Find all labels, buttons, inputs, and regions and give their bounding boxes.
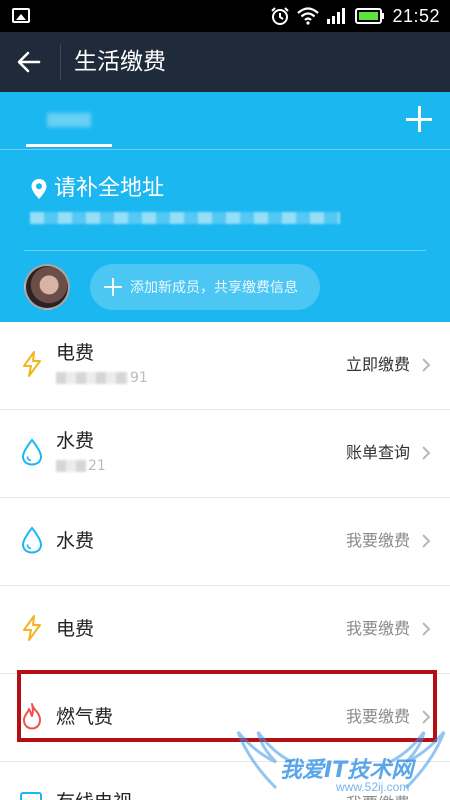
list-item-electricity-account[interactable]: 电费 91 立即缴费	[0, 322, 450, 410]
add-member-button[interactable]: 添加新成员，共享缴费信息	[90, 264, 320, 310]
wifi-icon	[297, 7, 320, 25]
tab-separator	[0, 149, 450, 150]
chevron-right-icon	[422, 622, 431, 636]
address-link[interactable]: 请补全地址	[30, 174, 164, 204]
tab-region[interactable]	[26, 108, 112, 138]
back-arrow-icon	[17, 51, 41, 73]
location-pin-icon	[31, 179, 47, 199]
account-panel: 请补全地址 添加新成员，共享缴费信息	[0, 92, 450, 322]
account-number: 21	[56, 458, 106, 474]
chevron-right-icon	[422, 534, 431, 548]
list-item-name: 电费	[56, 342, 95, 364]
bill-query-button[interactable]: 账单查询	[346, 442, 410, 464]
lightning-icon	[23, 615, 41, 641]
image-icon	[12, 8, 30, 23]
plus-icon	[104, 278, 122, 296]
signal-icon	[327, 8, 346, 24]
add-region-button[interactable]	[402, 102, 438, 138]
tab-region-label	[47, 113, 91, 127]
alarm-icon	[271, 7, 290, 25]
battery-icon	[355, 8, 385, 24]
list-item-water-account[interactable]: 水费 21 账单查询	[0, 410, 450, 498]
region-tabs	[0, 92, 450, 150]
tab-underline	[26, 144, 112, 147]
list-item-electricity[interactable]: 电费 我要缴费	[0, 586, 450, 674]
address-detail	[30, 212, 340, 224]
highlight-box	[17, 670, 437, 742]
add-member-label: 添加新成员，共享缴费信息	[130, 280, 298, 296]
lightning-icon	[23, 351, 41, 377]
list-item-name: 电费	[56, 618, 95, 640]
clock: 21:52	[392, 5, 440, 26]
page-title: 生活缴费	[74, 49, 166, 75]
status-bar: 21:52	[0, 0, 450, 32]
chevron-right-icon	[422, 358, 431, 372]
title-bar: 生活缴费	[0, 32, 450, 92]
list-item-cable-tv[interactable]: 有线电视 我要缴费	[0, 762, 450, 800]
pay-button[interactable]: 我要缴费	[346, 790, 410, 800]
pay-now-button[interactable]: 立即缴费	[346, 354, 410, 376]
pay-button[interactable]: 我要缴费	[346, 618, 410, 640]
tv-icon	[20, 792, 42, 800]
list-item-water[interactable]: 水费 我要缴费	[0, 498, 450, 586]
account-number: 91	[56, 370, 148, 386]
pay-button[interactable]: 我要缴费	[346, 530, 410, 552]
chevron-right-icon	[422, 446, 431, 460]
list-item-name: 水费	[56, 430, 95, 452]
avatar[interactable]	[24, 264, 70, 310]
water-drop-icon	[21, 526, 43, 554]
title-divider	[60, 44, 61, 80]
list-item-name: 水费	[56, 530, 95, 552]
panel-separator	[24, 250, 426, 251]
address-text: 请补全地址	[54, 176, 165, 201]
back-button[interactable]	[14, 47, 44, 77]
list-item-name: 有线电视	[56, 787, 132, 800]
water-drop-icon	[21, 438, 43, 466]
